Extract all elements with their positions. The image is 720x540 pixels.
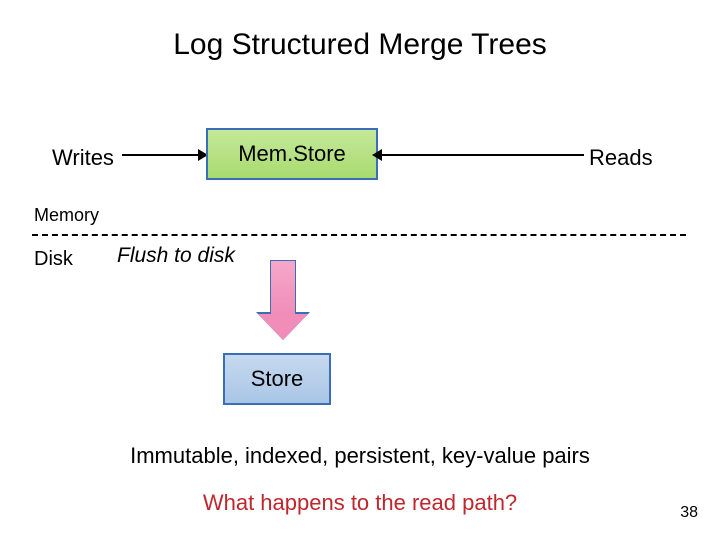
disk-label: Disk (34, 248, 73, 271)
memory-label: Memory (34, 205, 99, 226)
flush-arrow-body (270, 260, 296, 315)
writes-arrow (122, 154, 202, 156)
question-text: What happens to the read path? (0, 490, 720, 516)
reads-arrow-head (372, 149, 382, 161)
slide-title: Log Structured Merge Trees (0, 28, 720, 62)
reads-arrow (378, 154, 584, 156)
reads-label: Reads (589, 145, 653, 171)
page-number: 38 (680, 504, 698, 522)
immutable-description: Immutable, indexed, persistent, key-valu… (0, 443, 720, 469)
flush-label: Flush to disk (117, 244, 235, 268)
memstore-box: Mem.Store (206, 128, 378, 180)
memory-disk-divider (32, 234, 686, 236)
flush-arrow-head (258, 314, 308, 340)
store-box: Store (223, 353, 331, 405)
writes-label: Writes (52, 145, 114, 171)
